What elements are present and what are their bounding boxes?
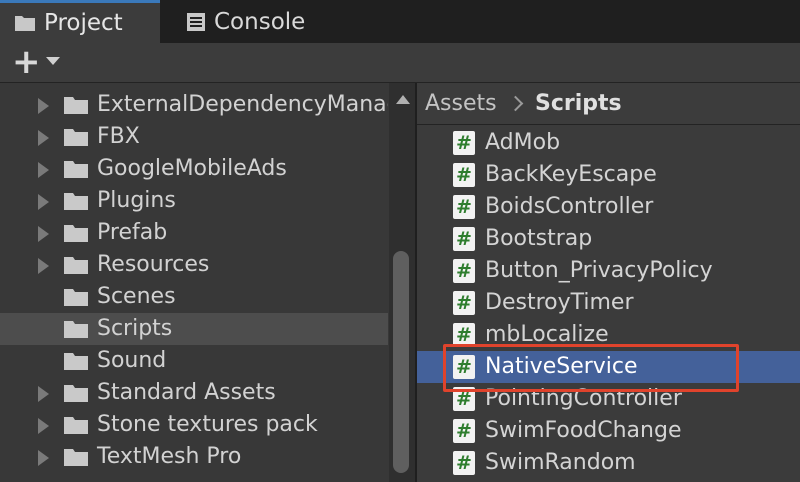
clipped-row — [97, 83, 297, 87]
expand-arrow-icon[interactable] — [38, 98, 49, 114]
tree-item[interactable]: TextMesh Pro — [0, 441, 388, 473]
file-item-label: Bootstrap — [485, 226, 593, 251]
expand-arrow-icon[interactable] — [38, 258, 49, 274]
expand-arrow-icon[interactable] — [38, 226, 49, 242]
tree-item-label: TextMesh Pro — [97, 444, 242, 469]
tree-item[interactable]: Resources — [0, 249, 388, 281]
console-icon — [186, 12, 206, 32]
folder-icon — [63, 415, 89, 439]
tree-item[interactable]: FBX — [0, 121, 388, 153]
folder-icon — [63, 351, 89, 375]
file-item[interactable]: # Bootstrap — [417, 223, 800, 255]
csharp-script-icon: # — [453, 195, 475, 219]
tree-item-label: Standard Assets — [97, 380, 276, 405]
folder-icon — [63, 191, 89, 215]
breadcrumb-assets[interactable]: Assets — [425, 90, 497, 118]
tab-console[interactable]: Console — [172, 0, 322, 43]
file-item[interactable]: # BoidsController — [417, 191, 800, 223]
tree-item[interactable]: Standard Assets — [0, 377, 388, 409]
file-item[interactable]: # DestroyTimer — [417, 287, 800, 319]
expand-arrow-icon[interactable] — [38, 450, 49, 466]
csharp-script-icon: # — [453, 227, 475, 251]
tree-item-label: Prefab — [97, 220, 168, 245]
tree-item[interactable]: GoogleMobileAds — [0, 153, 388, 185]
csharp-script-icon: # — [453, 259, 475, 283]
csharp-script-icon: # — [453, 163, 475, 187]
tree-item[interactable]: Scripts — [0, 313, 388, 345]
file-item[interactable]: # AdMob — [417, 127, 800, 159]
tree-item-label: Plugins — [97, 188, 176, 213]
tree-item[interactable]: Plugins — [0, 185, 388, 217]
folder-icon — [63, 383, 89, 407]
csharp-script-icon: # — [453, 419, 475, 443]
tab-project[interactable]: Project — [0, 0, 160, 43]
tab-bar: Project Console — [0, 0, 800, 43]
folder-icon — [63, 319, 89, 343]
scroll-thumb[interactable] — [393, 251, 409, 473]
file-item-label: BackKeyEscape — [485, 162, 657, 187]
folder-tree: ExternalDependencyManager FBX GoogleMobile… — [0, 83, 388, 482]
csharp-script-icon: # — [453, 291, 475, 315]
tree-item-label: ExternalDependencyManager — [97, 92, 388, 117]
file-item-label: SwimRandom — [485, 450, 636, 475]
tree-item[interactable]: Sound — [0, 345, 388, 377]
csharp-script-icon: # — [453, 131, 475, 155]
tree-item-label: FBX — [97, 124, 140, 149]
breadcrumb: Assets Scripts — [417, 83, 800, 125]
tree-item-label: Scenes — [97, 284, 176, 309]
tree-item-label: Sound — [97, 348, 167, 373]
folder-icon — [63, 159, 89, 183]
file-item[interactable]: # SwimRandom — [417, 447, 800, 479]
folder-icon — [63, 223, 89, 247]
file-item[interactable]: # Button_PrivacyPolicy — [417, 255, 800, 287]
file-item-label: AdMob — [485, 130, 561, 155]
file-item[interactable]: # BackKeyEscape — [417, 159, 800, 191]
expand-arrow-icon[interactable] — [38, 194, 49, 210]
tree-item-label: Scripts — [97, 316, 173, 341]
file-item-label: Button_PrivacyPolicy — [485, 258, 713, 283]
breadcrumb-scripts[interactable]: Scripts — [535, 90, 622, 118]
scroll-up-icon[interactable] — [396, 95, 410, 104]
folder-icon — [14, 14, 36, 32]
caret-down-icon[interactable] — [46, 57, 60, 65]
tree-item-label: GoogleMobileAds — [97, 156, 287, 181]
tree-item[interactable]: Prefab — [0, 217, 388, 249]
tree-item-label: Stone textures pack — [97, 412, 318, 437]
expand-arrow-icon[interactable] — [38, 386, 49, 402]
expand-arrow-icon[interactable] — [38, 162, 49, 178]
tree-scrollbar[interactable] — [389, 83, 415, 482]
tab-console-label: Console — [214, 8, 306, 35]
add-button[interactable]: + — [12, 44, 41, 80]
file-item[interactable]: # SwimFoodChange — [417, 415, 800, 447]
highlight-annotation — [443, 344, 739, 392]
file-item-label: SwimFoodChange — [485, 418, 682, 443]
expand-arrow-icon[interactable] — [38, 130, 49, 146]
file-item-label: DestroyTimer — [485, 290, 634, 315]
project-toolbar: + — [0, 43, 800, 83]
tab-project-label: Project — [44, 10, 123, 36]
expand-arrow-icon[interactable] — [38, 418, 49, 434]
tree-item[interactable]: Scenes — [0, 281, 388, 313]
csharp-script-icon: # — [453, 451, 475, 475]
folder-icon — [63, 255, 89, 279]
folder-icon — [63, 287, 89, 311]
folder-icon — [63, 95, 89, 119]
folder-icon — [63, 127, 89, 151]
file-item-label: BoidsController — [485, 194, 654, 219]
tree-item[interactable]: ExternalDependencyManager — [0, 89, 388, 121]
chevron-right-icon — [507, 95, 524, 112]
tree-item-label: Resources — [97, 252, 210, 277]
folder-icon — [63, 447, 89, 471]
file-list-panel: Assets Scripts # AdMob # BackKeyEscape # Boid… — [417, 83, 800, 482]
tree-item[interactable]: Stone textures pack — [0, 409, 388, 441]
